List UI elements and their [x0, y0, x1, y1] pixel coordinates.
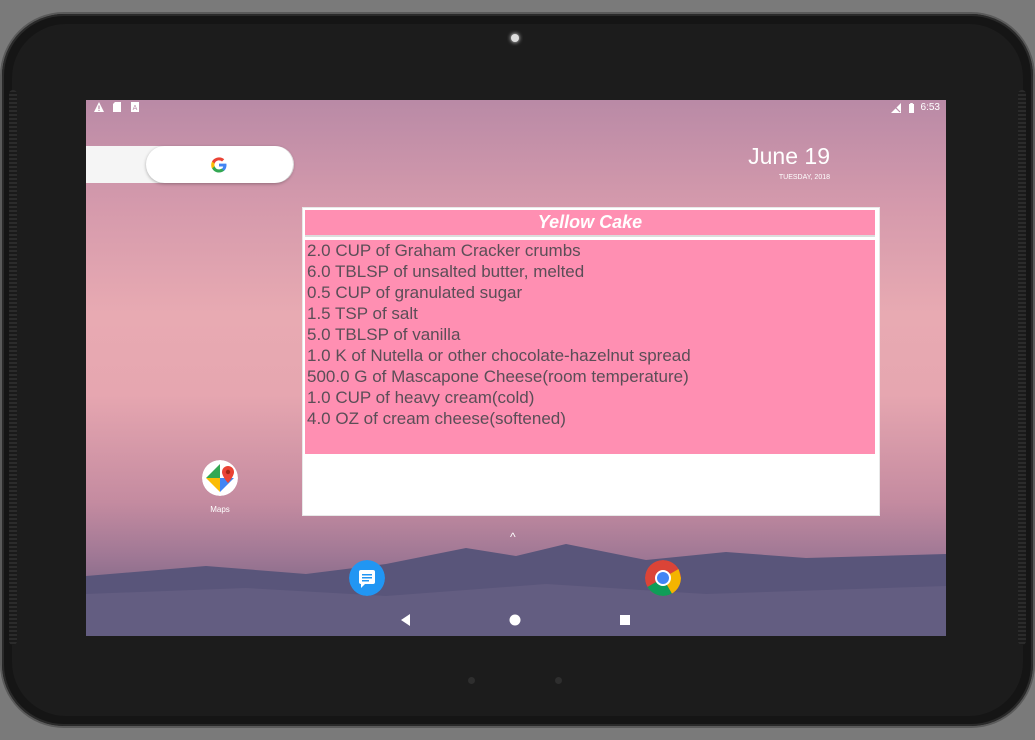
- status-time: 6:53: [920, 102, 940, 113]
- app-drawer-caret[interactable]: ^: [510, 530, 516, 544]
- list-item: 2.0 CUP of Graham Cracker crumbs: [307, 241, 581, 260]
- list-item: 1.5 TSP of salt: [307, 304, 418, 323]
- battery-icon: [908, 102, 914, 113]
- maps-icon[interactable]: [202, 460, 238, 496]
- navigation-bar: [86, 604, 946, 636]
- list-item: 5.0 TBLSP of vanilla: [307, 325, 461, 344]
- recipe-widget[interactable]: Yellow Cake 2.0 CUP of Graham Cracker cr…: [302, 207, 880, 516]
- recents-icon[interactable]: [617, 612, 633, 628]
- clock-date[interactable]: June 19: [748, 143, 830, 170]
- signal-off-icon: [890, 102, 901, 113]
- warning-icon: [94, 102, 104, 112]
- home-screen: A 6:53 June 19 TUESDAY, 2018 Yellow Cake…: [86, 100, 946, 636]
- list-item: 4.0 OZ of cream cheese(softened): [307, 409, 566, 428]
- list-item: 500.0 G of Mascapone Cheese(room tempera…: [307, 367, 689, 386]
- clock-day: TUESDAY, 2018: [778, 174, 830, 181]
- list-item: 1.0 K of Nutella or other chocolate-haze…: [307, 346, 691, 365]
- sensor: [468, 677, 475, 684]
- google-g-icon[interactable]: [210, 156, 228, 174]
- maps-label[interactable]: Maps: [190, 505, 250, 514]
- sd-card-icon: [113, 102, 121, 112]
- notification-a-icon: A: [131, 102, 139, 112]
- chrome-icon[interactable]: [645, 560, 681, 596]
- ingredient-list: 2.0 CUP of Graham Cracker crumbs 6.0 TBL…: [305, 240, 875, 454]
- list-item: 6.0 TBLSP of unsalted butter, melted: [307, 262, 585, 281]
- recipe-title: Yellow Cake: [305, 210, 875, 237]
- speaker-right: [1018, 90, 1026, 645]
- list-item: 1.0 CUP of heavy cream(cold): [307, 388, 535, 407]
- list-item: 0.5 CUP of granulated sugar: [307, 283, 523, 302]
- status-bar: A 6:53: [86, 100, 946, 116]
- speaker-left: [9, 90, 17, 645]
- front-camera: [511, 34, 519, 42]
- sensor: [555, 677, 562, 684]
- home-icon[interactable]: [507, 612, 523, 628]
- svg-text:A: A: [133, 105, 138, 112]
- messages-icon[interactable]: [349, 560, 385, 596]
- back-icon[interactable]: [398, 612, 414, 628]
